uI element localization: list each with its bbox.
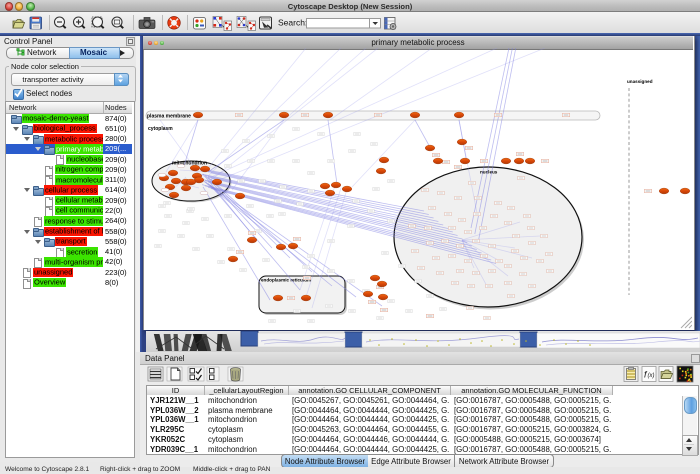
svg-text:(x): (x)	[648, 373, 655, 379]
svg-text:Search:: Search:	[278, 18, 307, 28]
svg-text:cytoplasm: cytoplasm	[148, 126, 173, 132]
svg-text:plasma membrane: plasma membrane	[147, 114, 191, 120]
svg-text:unassigned: unassigned	[627, 79, 653, 84]
